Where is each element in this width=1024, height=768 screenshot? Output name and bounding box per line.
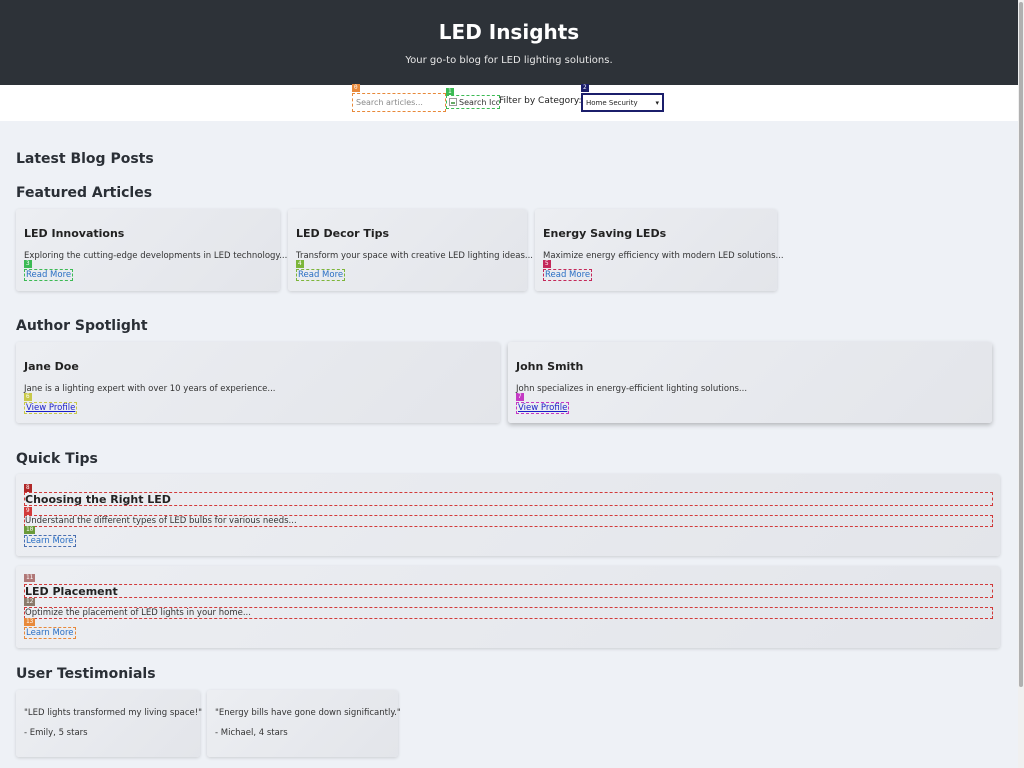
tip-title: LED Placement bbox=[25, 585, 118, 598]
search-button[interactable]: Search Icon bbox=[446, 95, 500, 109]
testimonials-heading: User Testimonials bbox=[16, 666, 156, 682]
testimonial-quote: "Energy bills have gone down significant… bbox=[215, 708, 401, 718]
marker-badge: 3 bbox=[24, 260, 32, 268]
article-excerpt: Transform your space with creative LED l… bbox=[296, 251, 534, 261]
view-profile-link[interactable]: View Profile bbox=[516, 402, 570, 414]
featured-articles-heading: Featured Articles bbox=[16, 185, 153, 201]
category-select-value: Home Security bbox=[586, 98, 638, 107]
learn-more-link[interactable]: Learn More bbox=[24, 535, 76, 547]
marker-badge: 8 bbox=[24, 484, 32, 492]
marker-badge: 2 bbox=[581, 84, 589, 92]
marker-badge: 7 bbox=[516, 393, 524, 401]
testimonial-author: - Michael, 4 stars bbox=[215, 728, 288, 738]
tip-title-box: LED Placement bbox=[24, 584, 993, 598]
learn-more-link[interactable]: Learn More bbox=[24, 627, 76, 639]
chevron-down-icon: ▾ bbox=[655, 98, 659, 107]
article-excerpt: Maximize energy efficiency with modern L… bbox=[543, 251, 784, 261]
testimonial-author: - Emily, 5 stars bbox=[24, 728, 88, 738]
read-more-link[interactable]: Read More bbox=[543, 269, 593, 281]
tip-title: Choosing the Right LED bbox=[25, 493, 171, 506]
marker-badge: 5 bbox=[543, 260, 551, 268]
marker-badge: 11 bbox=[24, 574, 36, 582]
search-button-label: Search Icon bbox=[459, 97, 499, 107]
tip-card: 8 Choosing the Right LED 9 Understand th… bbox=[16, 474, 1000, 556]
tip-text-box: Understand the different types of LED bu… bbox=[24, 515, 993, 527]
site-header: LED Insights Your go-to blog for LED lig… bbox=[0, 0, 1018, 85]
view-profile-link[interactable]: View Profile bbox=[24, 402, 78, 414]
tip-card: 11 LED Placement 12 Optimize the placeme… bbox=[16, 566, 1000, 648]
article-card: Energy Saving LEDs Maximize energy effic… bbox=[535, 209, 784, 291]
tip-title-box: Choosing the Right LED bbox=[24, 492, 993, 506]
author-name: John Smith bbox=[516, 360, 584, 373]
read-more-link[interactable]: Read More bbox=[296, 269, 346, 281]
article-card: LED Innovations Exploring the cutting-ed… bbox=[16, 209, 287, 291]
marker-badge: 9 bbox=[24, 507, 32, 515]
tip-text-box: Optimize the placement of LED lights in … bbox=[24, 607, 993, 619]
tip-text: Understand the different types of LED bu… bbox=[25, 516, 297, 526]
article-title: Energy Saving LEDs bbox=[543, 227, 667, 240]
scrollbar-thumb[interactable] bbox=[1019, 2, 1023, 687]
page-scrollbar[interactable] bbox=[1018, 0, 1024, 768]
article-card: LED Decor Tips Transform your space with… bbox=[288, 209, 533, 291]
testimonial-card: "LED lights transformed my living space!… bbox=[16, 690, 203, 757]
testimonial-quote: "LED lights transformed my living space!… bbox=[24, 708, 203, 718]
marker-badge: 10 bbox=[24, 526, 36, 534]
read-more-link[interactable]: Read More bbox=[24, 269, 74, 281]
category-select[interactable]: Home Security ▾ bbox=[581, 93, 664, 112]
author-card: John Smith John specializes in energy-ef… bbox=[508, 342, 992, 423]
marker-badge: 6 bbox=[24, 393, 32, 401]
quick-tips-heading: Quick Tips bbox=[16, 451, 98, 467]
site-tagline: Your go-to blog for LED lighting solutio… bbox=[405, 55, 613, 66]
search-icon bbox=[449, 98, 457, 106]
marker-badge: 13 bbox=[24, 618, 36, 626]
testimonial-card: "Energy bills have gone down significant… bbox=[207, 690, 401, 757]
latest-posts-heading: Latest Blog Posts bbox=[16, 151, 154, 167]
marker-badge: 4 bbox=[296, 260, 304, 268]
search-bar: 0 1 Search Icon Filter by Category: 2 Ho… bbox=[0, 84, 1018, 121]
author-bio: Jane is a lighting expert with over 10 y… bbox=[24, 384, 276, 394]
filter-label: Filter by Category: bbox=[499, 96, 582, 106]
search-input[interactable] bbox=[352, 93, 446, 112]
article-excerpt: Exploring the cutting-edge developments … bbox=[24, 251, 288, 261]
marker-badge: 12 bbox=[24, 598, 36, 606]
article-title: LED Innovations bbox=[24, 227, 125, 240]
author-bio: John specializes in energy-efficient lig… bbox=[516, 384, 748, 394]
tip-text: Optimize the placement of LED lights in … bbox=[25, 608, 251, 618]
article-title: LED Decor Tips bbox=[296, 227, 390, 240]
site-title: LED Insights bbox=[438, 20, 580, 44]
author-name: Jane Doe bbox=[24, 360, 79, 373]
author-card: Jane Doe Jane is a lighting expert with … bbox=[16, 342, 500, 423]
marker-badge: 0 bbox=[352, 84, 360, 92]
author-spotlight-heading: Author Spotlight bbox=[16, 318, 148, 334]
